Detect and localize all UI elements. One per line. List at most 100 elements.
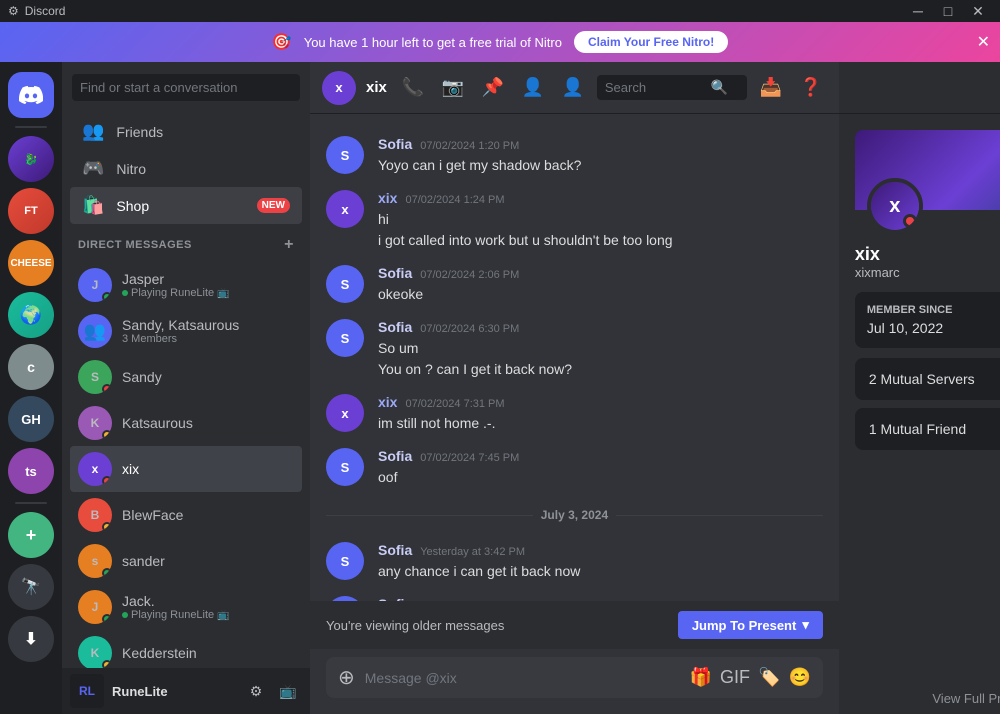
msg-content-sofia-1: Sofia 07/02/2024 1:20 PM Yoyo can i get … <box>378 136 823 176</box>
message-input-wrap: ⊕ 🎁 GIF 🏷️ 😊 <box>326 657 823 698</box>
right-panel-content: x xix xixmarc Member Since Jul 10, 2022 … <box>839 114 1000 683</box>
dm-item-blewface[interactable]: B BlewFace <box>70 492 302 538</box>
search-input[interactable] <box>605 80 705 95</box>
msg-author: Sofia <box>378 319 412 335</box>
nav-item-shop[interactable]: 🛍️ Shop NEW <box>70 187 302 224</box>
call-button[interactable]: 📞 <box>397 72 429 104</box>
server-sidebar: 🐉 FT CHEESE 🌍 c GH ts + 🔭 ⬇ <box>0 62 62 714</box>
server-icon-2[interactable]: FT <box>8 188 54 234</box>
server-explore-button[interactable]: 🔭 <box>8 564 54 610</box>
friends-icon: 👥 <box>82 121 104 142</box>
message-group-xix-2: x xix 07/02/2024 7:31 PM im still not ho… <box>326 394 823 434</box>
message-add-button[interactable]: ⊕ <box>338 665 355 690</box>
msg-author: Sofia <box>378 448 412 464</box>
profile-handle: xixmarc <box>855 265 900 280</box>
dm-status-jasper: Playing RuneLite📺 <box>122 287 294 299</box>
mutual-friend-row[interactable]: 1 Mutual Friend › <box>855 408 1000 450</box>
nav-item-friends[interactable]: 👥 Friends <box>70 113 302 150</box>
dm-item-xix[interactable]: x xix <box>70 446 302 492</box>
dm-item-katsaurous[interactable]: K Katsaurous <box>70 400 302 446</box>
dm-item-sander[interactable]: s sander <box>70 538 302 584</box>
sticker-button[interactable]: 🏷️ <box>758 667 780 688</box>
nitro-nav-icon: 🎮 <box>82 158 104 179</box>
msg-timestamp: 07/02/2024 6:30 PM <box>420 323 519 335</box>
msg-timestamp: 07/02/2024 1:24 PM <box>405 194 504 206</box>
profile-info-box: Member Since Jul 10, 2022 <box>855 292 1000 348</box>
msg-timestamp: Yesterday at 3:42 PM <box>420 546 525 558</box>
title-bar-title: ⚙ Discord <box>8 4 65 18</box>
msg-text: im still not home .-. <box>378 413 823 434</box>
server-icon-ts[interactable]: ts <box>8 448 54 494</box>
msg-text: okeoke <box>378 284 823 305</box>
dm-name-sandy: Sandy <box>122 369 294 385</box>
dm-footer: RL RuneLite ⚙ 📺 <box>62 668 310 714</box>
help-button[interactable]: ❓ <box>795 72 827 104</box>
nitro-icon: 🎯 <box>272 32 292 52</box>
member-since-value: Jul 10, 2022 <box>867 320 1000 336</box>
gif-button[interactable]: GIF <box>720 667 750 688</box>
input-actions: 🎁 GIF 🏷️ 😊 <box>690 667 811 688</box>
msg-avatar-sofia-4: S <box>326 448 364 486</box>
runelite-name: RuneLite <box>112 684 234 699</box>
dm-name-xix: xix <box>122 461 294 477</box>
server-icon-c[interactable]: c <box>8 344 54 390</box>
profile-banner: x <box>855 130 1000 210</box>
dm-item-kedderstein[interactable]: K Kedderstein <box>70 630 302 668</box>
dm-avatar-sandy-group: 👥 <box>78 314 112 348</box>
profile-username: xix <box>855 244 880 265</box>
message-group-sofia-3: S Sofia 07/02/2024 6:30 PM So um You on … <box>326 319 823 380</box>
dm-item-jasper[interactable]: J Jasper Playing RuneLite📺 <box>70 262 302 308</box>
msg-author: xix <box>378 394 397 410</box>
gift-button[interactable]: 🎁 <box>690 667 712 688</box>
msg-content-sofia-2: Sofia 07/02/2024 2:06 PM okeoke <box>378 265 823 305</box>
close-button[interactable]: ✕ <box>964 2 992 20</box>
server-icon-gh[interactable]: GH <box>8 396 54 442</box>
message-group-sofia-1: S Sofia 07/02/2024 1:20 PM Yoyo can i ge… <box>326 136 823 176</box>
view-full-profile-button[interactable]: View Full Profile <box>839 683 1000 714</box>
dm-name-sander: sander <box>122 553 294 569</box>
dm-sidebar: 👥 Friends 🎮 Nitro 🛍️ Shop NEW DIRECT MES… <box>62 62 310 714</box>
msg-author: Sofia <box>378 265 412 281</box>
claim-nitro-button[interactable]: Claim Your Free Nitro! <box>574 31 728 53</box>
right-panel-header: 👥 ⋯ <box>839 62 1000 114</box>
older-messages-banner: You're viewing older messages Jump To Pr… <box>310 601 839 649</box>
msg-text-sofia-3a: So um <box>378 338 823 359</box>
mutual-friend-label: 1 Mutual Friend <box>869 421 966 437</box>
add-friend-button[interactable]: 👤 <box>517 72 549 104</box>
right-panel: 👥 ⋯ x xix xixmarc Member Since Jul 10, 2… <box>839 62 1000 714</box>
footer-screen-button[interactable]: 📺 <box>274 677 302 705</box>
msg-timestamp: 07/02/2024 7:31 PM <box>405 398 504 410</box>
msg-avatar-sofia-3: S <box>326 319 364 357</box>
server-download-button[interactable]: ⬇ <box>8 616 54 662</box>
maximize-button[interactable]: □ <box>934 2 962 20</box>
pin-button[interactable]: 📌 <box>477 72 509 104</box>
dm-name-katsaurous: Katsaurous <box>122 415 294 431</box>
profile-card: x xix xixmarc Member Since Jul 10, 2022 … <box>855 130 1000 458</box>
emoji-button[interactable]: 😊 <box>788 667 810 688</box>
dm-item-sandy-group[interactable]: 👥 Sandy, Katsaurous 3 Members <box>70 308 302 354</box>
profile-button[interactable]: 👤 <box>557 72 589 104</box>
jump-to-present-button[interactable]: Jump To Present ▾ <box>678 611 823 639</box>
message-input[interactable] <box>365 670 680 686</box>
server-icon-home[interactable] <box>8 72 54 118</box>
minimize-button[interactable]: ─ <box>904 2 932 20</box>
nitro-close-button[interactable]: ✕ <box>977 32 990 52</box>
nitro-banner: 🎯 You have 1 hour left to get a free tri… <box>0 22 1000 62</box>
footer-settings-button[interactable]: ⚙ <box>242 677 270 705</box>
server-icon-1[interactable]: 🐉 <box>8 136 54 182</box>
dm-item-jack[interactable]: J Jack. Playing RuneLite📺 <box>70 584 302 630</box>
message-group-sofia-5: S Sofia Yesterday at 3:42 PM any chance … <box>326 542 823 582</box>
older-banner-text: You're viewing older messages <box>326 618 504 633</box>
mutual-servers-row[interactable]: 2 Mutual Servers › <box>855 358 1000 400</box>
message-group-sofia-2: S Sofia 07/02/2024 2:06 PM okeoke <box>326 265 823 305</box>
server-add-button[interactable]: + <box>8 512 54 558</box>
server-icon-3[interactable]: 🌍 <box>8 292 54 338</box>
msg-avatar-sofia-5: S <box>326 542 364 580</box>
dm-item-sandy[interactable]: S Sandy <box>70 354 302 400</box>
video-button[interactable]: 📷 <box>437 72 469 104</box>
nav-item-nitro[interactable]: 🎮 Nitro <box>70 150 302 187</box>
server-icon-cheese[interactable]: CHEESE <box>8 240 54 286</box>
find-conversation-input[interactable] <box>72 74 300 101</box>
inbox-button[interactable]: 📥 <box>755 72 787 104</box>
add-dm-button[interactable]: + <box>284 236 294 254</box>
